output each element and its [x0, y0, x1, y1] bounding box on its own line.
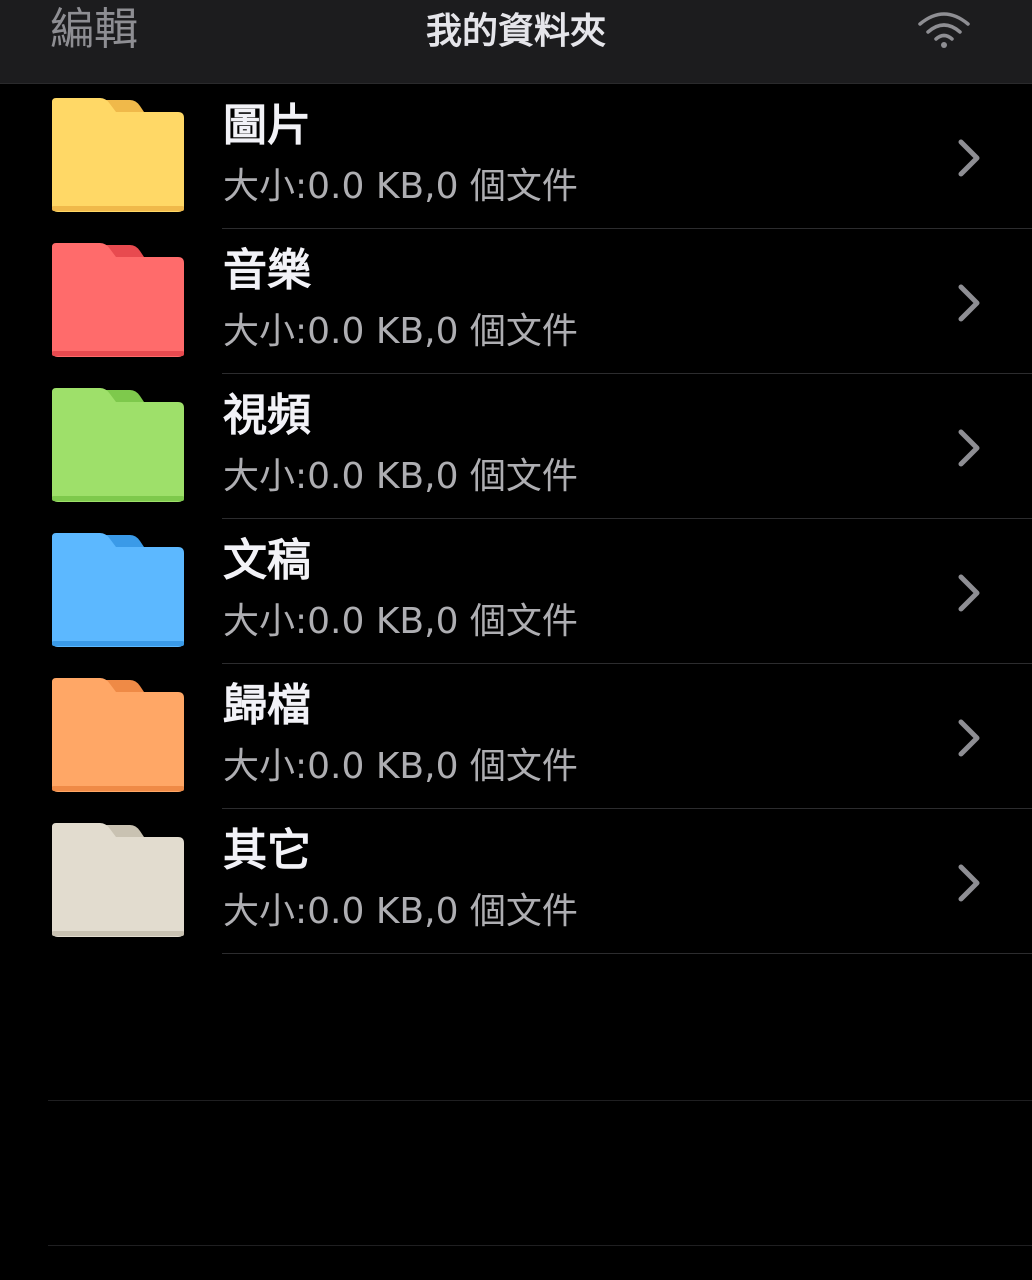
chevron-right-icon [958, 284, 980, 322]
folder-row-music[interactable]: 音樂 大小:0.0 KB,0 個文件 [0, 229, 1032, 374]
folder-blue-icon [52, 533, 184, 647]
folder-red-icon [52, 243, 184, 357]
folder-beige-icon [52, 823, 184, 937]
folder-row-videos[interactable]: 視頻 大小:0.0 KB,0 個文件 [0, 374, 1032, 519]
chevron-right-icon [958, 429, 980, 467]
folder-list: 圖片 大小:0.0 KB,0 個文件 音樂 大小:0.0 KB,0 個文件 視頻… [0, 84, 1032, 954]
empty-row-divider [48, 1100, 1032, 1101]
navigation-bar: 編輯 我的資料夾 [0, 0, 1032, 84]
chevron-right-icon [958, 864, 980, 902]
folder-row-archives[interactable]: 歸檔 大小:0.0 KB,0 個文件 [0, 664, 1032, 809]
folder-row-documents[interactable]: 文稿 大小:0.0 KB,0 個文件 [0, 519, 1032, 664]
folder-name: 音樂 [223, 245, 311, 296]
folder-name: 視頻 [223, 390, 311, 441]
chevron-right-icon [958, 139, 980, 177]
chevron-right-icon [958, 719, 980, 757]
folder-yellow-icon [52, 98, 184, 212]
row-divider [222, 953, 1032, 954]
folder-green-icon [52, 388, 184, 502]
wifi-icon [918, 12, 970, 48]
folder-info: 大小:0.0 KB,0 個文件 [223, 601, 578, 642]
folder-name: 歸檔 [223, 680, 311, 731]
folder-name: 文稿 [223, 535, 311, 586]
folder-info: 大小:0.0 KB,0 個文件 [223, 166, 578, 207]
folder-info: 大小:0.0 KB,0 個文件 [223, 891, 578, 932]
screen: 編輯 我的資料夾 圖片 大小:0.0 KB,0 個文件 音樂 大小:0.0 KB… [0, 0, 1032, 1280]
folder-orange-icon [52, 678, 184, 792]
empty-row-divider [48, 1245, 1032, 1246]
folder-info: 大小:0.0 KB,0 個文件 [223, 456, 578, 497]
folder-row-pictures[interactable]: 圖片 大小:0.0 KB,0 個文件 [0, 84, 1032, 229]
folder-row-other[interactable]: 其它 大小:0.0 KB,0 個文件 [0, 809, 1032, 954]
chevron-right-icon [958, 574, 980, 612]
folder-name: 其它 [223, 825, 311, 876]
folder-info: 大小:0.0 KB,0 個文件 [223, 746, 578, 787]
page-title: 我的資料夾 [425, 11, 606, 52]
folder-info: 大小:0.0 KB,0 個文件 [223, 311, 578, 352]
folder-name: 圖片 [223, 100, 311, 151]
